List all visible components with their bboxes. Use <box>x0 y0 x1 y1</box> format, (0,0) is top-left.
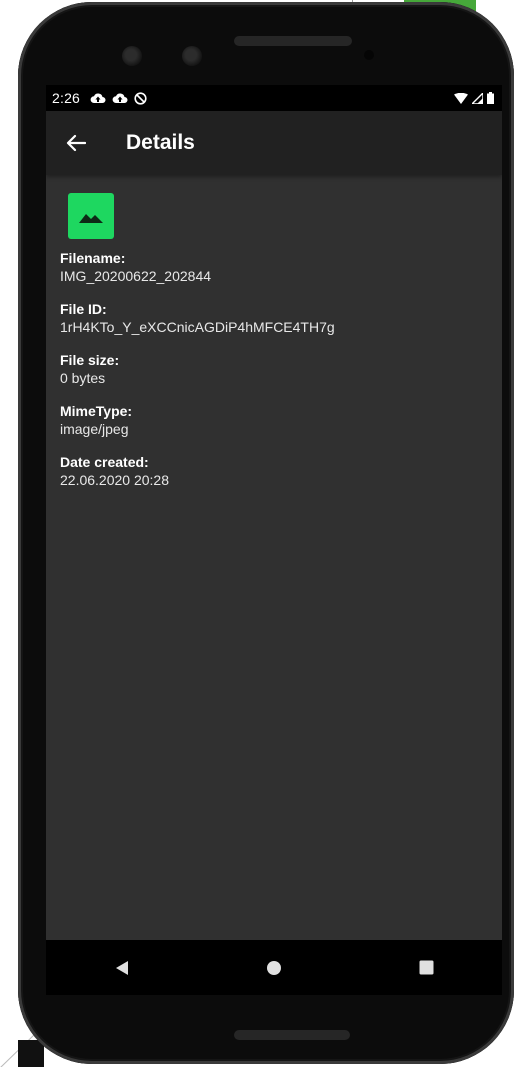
filename-field: Filename: IMG_20200622_202844 <box>60 249 490 286</box>
signal-icon <box>472 92 483 104</box>
status-notification-icons <box>90 91 153 105</box>
image-icon <box>68 193 114 239</box>
date-created-label: Date created: <box>60 454 149 470</box>
nav-home-button[interactable] <box>244 940 304 995</box>
image-glyph <box>79 214 103 223</box>
status-system-icons <box>450 92 494 104</box>
page-title: Details <box>126 131 195 154</box>
file-size-label: File size: <box>60 352 120 368</box>
file-id-field: File ID: 1rH4KTo_Y_eXCCnicAGDiP4hMFCE4TH… <box>60 300 490 337</box>
mimetype-label: MimeType: <box>60 403 133 419</box>
cloud-upload-icon <box>90 93 106 103</box>
filename-label: Filename: <box>60 250 126 266</box>
system-nav-bar <box>46 940 502 995</box>
file-size-value: 0 bytes <box>60 370 106 386</box>
battery-icon <box>487 92 494 104</box>
background-black-block <box>18 1040 44 1067</box>
cloud-upload-icon <box>112 93 128 103</box>
status-bar: 2:26 <box>46 85 502 111</box>
date-created-value: 22.06.2020 20:28 <box>60 472 169 488</box>
no-disturb-icon <box>134 91 147 105</box>
file-details: Filename: IMG_20200622_202844 File ID: 1… <box>60 193 490 490</box>
date-created-field: Date created: 22.06.2020 20:28 <box>60 453 490 490</box>
mimetype-field: MimeType: image/jpeg <box>60 402 490 439</box>
filename-value: IMG_20200622_202844 <box>60 268 212 284</box>
back-button[interactable] <box>46 111 106 175</box>
file-id-label: File ID: <box>60 301 107 317</box>
app-bar: Details <box>46 111 502 175</box>
file-id-value: 1rH4KTo_Y_eXCCnicAGDiP4hMFCE4TH7g <box>60 319 335 335</box>
proximity-sensor <box>364 50 374 60</box>
status-time: 2:26 <box>52 90 81 106</box>
device-screen: 2:26 Details Filename: IMG_20200622_2028… <box>46 85 502 995</box>
bottom-speaker <box>234 1030 350 1040</box>
nav-back-button[interactable] <box>92 940 152 995</box>
front-camera-icon <box>122 46 142 66</box>
back-triangle-icon <box>116 960 128 975</box>
mimetype-value: image/jpeg <box>60 421 129 437</box>
stage: 2:26 Details Filename: IMG_20200622_2028… <box>0 0 518 1067</box>
file-size-field: File size: 0 bytes <box>60 351 490 388</box>
home-circle-icon <box>267 960 281 975</box>
wifi-icon <box>454 92 468 104</box>
arrow-back-icon <box>66 134 86 152</box>
nav-recents-button[interactable] <box>396 940 456 995</box>
front-camera-icon <box>182 46 202 66</box>
earpiece-speaker <box>234 36 352 46</box>
recents-square-icon <box>419 960 433 975</box>
